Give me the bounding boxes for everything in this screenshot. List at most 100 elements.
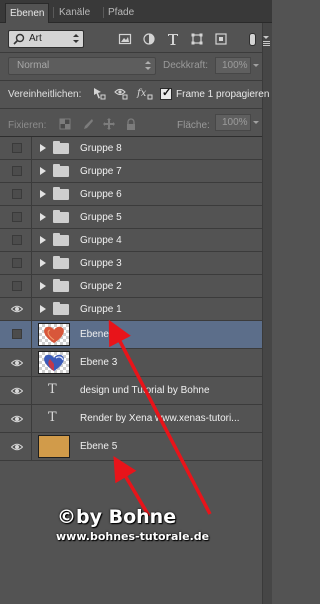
layers-panel: Ebenen Kanäle Pfade Art Normal Deckkraft… — [0, 0, 272, 604]
layer-row-group[interactable]: Gruppe 8 — [0, 137, 262, 160]
unify-style-icon[interactable]: fx — [136, 86, 154, 100]
layer-name: Gruppe 8 — [80, 143, 122, 154]
propagate-frame-checkbox[interactable] — [160, 86, 172, 100]
visibility-toggle-empty[interactable] — [12, 212, 22, 222]
fill-dropdown-icon[interactable] — [251, 114, 261, 131]
layer-thumbnail — [38, 323, 70, 346]
opacity-field[interactable]: 100% — [215, 57, 251, 74]
folder-icon — [53, 302, 69, 315]
expand-arrow-icon[interactable] — [40, 305, 46, 313]
smart-object-filter-icon[interactable] — [214, 32, 228, 46]
layer-row-group[interactable]: Gruppe 1 — [0, 298, 262, 321]
visibility-toggle-empty[interactable] — [12, 258, 22, 268]
divider — [31, 405, 32, 432]
layer-row-group[interactable]: Gruppe 2 — [0, 275, 262, 298]
shape-filter-icon[interactable] — [190, 32, 204, 46]
eye-icon[interactable] — [11, 414, 23, 424]
layer-name: Gruppe 4 — [80, 235, 122, 246]
layer-row-group[interactable]: Gruppe 6 — [0, 183, 262, 206]
divider — [0, 80, 262, 81]
panel-menu-icon[interactable] — [263, 36, 270, 46]
layer-name: Ebene 3 — [80, 357, 118, 368]
unify-visibility-icon[interactable] — [114, 86, 128, 100]
eye-icon[interactable] — [11, 358, 23, 368]
visibility-toggle-empty[interactable] — [12, 281, 22, 291]
watermark-signature: ©by Bohne — [57, 506, 177, 528]
divider — [31, 252, 32, 274]
expand-arrow-icon[interactable] — [40, 190, 46, 198]
expand-arrow-icon[interactable] — [40, 144, 46, 152]
lock-label: Fixieren: — [8, 120, 47, 131]
filter-kind-label: Art — [29, 33, 42, 44]
opacity-dropdown-icon[interactable] — [251, 57, 261, 74]
expand-arrow-icon[interactable] — [40, 236, 46, 244]
layer-name: design und Tutorial by Bohne — [80, 385, 210, 396]
layer-name: Gruppe 1 — [80, 304, 122, 315]
heart-thumbnail-icon — [44, 326, 64, 343]
unify-position-icon[interactable] — [92, 86, 106, 100]
fill-label: Fläche: — [177, 120, 210, 131]
eye-icon[interactable] — [11, 442, 23, 452]
tab-kanaele[interactable]: Kanäle — [55, 3, 94, 23]
panel-tab-bar: Ebenen Kanäle Pfade — [0, 0, 272, 23]
layer-row-text[interactable]: T Render by Xena www.xenas-tutori... — [0, 405, 262, 433]
layer-row-image-selected[interactable]: Ebene 4 — [0, 321, 262, 349]
layer-row-group[interactable]: Gruppe 3 — [0, 252, 262, 275]
folder-icon — [53, 279, 69, 292]
layer-thumbnail — [38, 435, 70, 458]
layer-name: Gruppe 6 — [80, 189, 122, 200]
unify-label: Vereinheitlichen: — [8, 89, 82, 100]
lock-position-icon[interactable] — [102, 117, 116, 131]
layer-row-group[interactable]: Gruppe 7 — [0, 160, 262, 183]
watermark-url: www.bohnes-tutorale.de — [56, 530, 210, 543]
visibility-toggle-empty[interactable] — [12, 189, 22, 199]
divider — [0, 52, 262, 53]
divider — [0, 108, 262, 109]
folder-icon — [53, 141, 69, 154]
layer-row-group[interactable]: Gruppe 4 — [0, 229, 262, 252]
type-layer-icon: T — [48, 382, 57, 397]
expand-arrow-icon[interactable] — [40, 259, 46, 267]
tab-pfade[interactable]: Pfade — [104, 3, 138, 23]
blend-mode-label: Normal — [17, 60, 50, 71]
visibility-toggle-empty[interactable] — [12, 166, 22, 176]
layer-name: Gruppe 3 — [80, 258, 122, 269]
visibility-toggle-empty[interactable] — [12, 235, 22, 245]
layer-name: Render by Xena www.xenas-tutori... — [80, 413, 240, 424]
eye-icon[interactable] — [11, 304, 23, 314]
type-filter-icon[interactable] — [166, 32, 180, 46]
layer-name: Gruppe 2 — [80, 281, 122, 292]
search-icon — [13, 33, 25, 45]
svg-text:fx: fx — [136, 88, 147, 99]
visibility-toggle-empty[interactable] — [12, 143, 22, 153]
divider — [31, 137, 32, 159]
image-filter-icon[interactable] — [118, 32, 132, 46]
divider — [31, 298, 32, 320]
divider — [31, 160, 32, 182]
expand-arrow-icon[interactable] — [40, 167, 46, 175]
lock-transparency-icon[interactable] — [58, 117, 72, 131]
layer-row-fill[interactable]: Ebene 5 — [0, 433, 262, 461]
lock-all-icon[interactable] — [124, 117, 138, 131]
expand-arrow-icon[interactable] — [40, 213, 46, 221]
panel-side-strip — [262, 23, 272, 604]
layer-row-image[interactable]: Ebene 3 — [0, 349, 262, 377]
expand-arrow-icon[interactable] — [40, 282, 46, 290]
divider — [31, 183, 32, 205]
layer-row-text[interactable]: T design und Tutorial by Bohne — [0, 377, 262, 405]
tab-ebenen[interactable]: Ebenen — [5, 3, 50, 23]
filter-kind-select[interactable]: Art — [8, 30, 84, 48]
propagate-frame-label: Frame 1 propagieren — [176, 89, 270, 100]
layer-name: Gruppe 5 — [80, 212, 122, 223]
fill-field[interactable]: 100% — [215, 114, 251, 131]
blend-mode-select[interactable]: Normal — [8, 57, 156, 75]
layer-row-group[interactable]: Gruppe 5 — [0, 206, 262, 229]
visibility-toggle-empty[interactable] — [12, 329, 22, 339]
eye-icon[interactable] — [11, 386, 23, 396]
divider — [31, 377, 32, 404]
opacity-label: Deckkraft: — [163, 60, 209, 71]
filter-toggle-switch[interactable] — [249, 33, 256, 46]
adjustment-filter-icon[interactable] — [142, 32, 156, 46]
layer-thumbnail — [38, 351, 70, 374]
lock-pixels-icon[interactable] — [80, 117, 94, 131]
